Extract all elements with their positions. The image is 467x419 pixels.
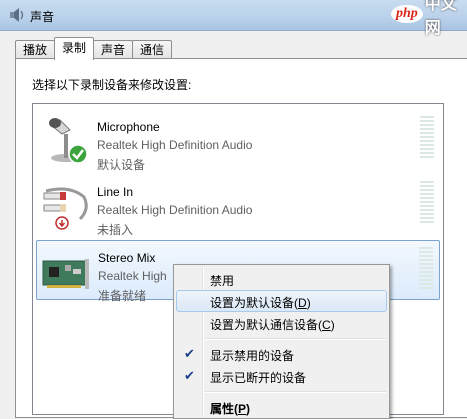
microphone-icon xyxy=(49,118,88,164)
tab-strip: 播放 录制 声音 通信 xyxy=(15,37,173,60)
context-menu: 禁用 设置为默认设备(D) 设置为默认通信设备(C) ✔ 显示禁用的设备 ✔ 显… xyxy=(173,264,390,419)
device-driver: Realtek High Definition Audio xyxy=(97,203,253,217)
level-meter xyxy=(420,181,434,225)
tab-sounds[interactable]: 声音 xyxy=(93,40,134,59)
menu-item-label: 显示已断开的设备 xyxy=(210,371,307,385)
line-in-cable-icon xyxy=(43,187,88,230)
menu-item-label: 设置为默认通信设备(C) xyxy=(210,318,335,332)
menu-item-label: 属性(P) xyxy=(210,402,251,416)
list-item-microphone[interactable]: Microphone Realtek High Definition Audio… xyxy=(36,110,440,172)
watermark-cn: 中文网 xyxy=(424,0,457,37)
checkmark-icon: ✔ xyxy=(184,346,195,361)
device-driver: Realtek High Definition Audio xyxy=(97,138,253,152)
level-meter xyxy=(419,247,433,291)
menu-item-label: 设置为默认设备(D) xyxy=(210,296,311,310)
menu-item-disable[interactable]: 禁用 xyxy=(176,268,387,290)
watermark-php: php xyxy=(391,5,423,23)
device-driver: Realtek High xyxy=(98,269,167,283)
device-status: 准备就绪 xyxy=(98,289,147,303)
watermark: php 中文网 xyxy=(391,0,465,37)
device-name: Stereo Mix xyxy=(98,251,156,265)
menu-item-set-default[interactable]: 设置为默认设备(D) xyxy=(176,290,387,312)
instruction-text: 选择以下录制设备来修改设置: xyxy=(32,78,192,92)
menu-item-show-disabled[interactable]: ✔ 显示禁用的设备 xyxy=(176,343,387,365)
menu-separator xyxy=(204,338,386,340)
device-status: 未插入 xyxy=(97,223,134,237)
speaker-icon xyxy=(10,8,24,22)
tab-communications[interactable]: 通信 xyxy=(132,40,173,59)
menu-item-set-default-comm[interactable]: 设置为默认通信设备(C) xyxy=(176,312,387,334)
menu-item-label: 显示禁用的设备 xyxy=(210,349,295,363)
tab-recording[interactable]: 录制 xyxy=(54,37,95,60)
menu-item-label: 禁用 xyxy=(210,274,235,288)
checkmark-icon: ✔ xyxy=(184,368,195,383)
device-status: 默认设备 xyxy=(97,158,146,172)
menu-separator xyxy=(204,391,386,393)
device-name: Microphone xyxy=(97,120,160,134)
sound-card-icon xyxy=(42,259,89,289)
window-title: 声音 xyxy=(30,10,55,24)
tab-playback[interactable]: 播放 xyxy=(15,40,56,59)
list-item-line-in[interactable]: Line In Realtek High Definition Audio 未插… xyxy=(36,175,440,237)
menu-item-show-disconnected[interactable]: ✔ 显示已断开的设备 xyxy=(176,365,387,387)
device-name: Line In xyxy=(97,185,134,199)
title-bar[interactable]: 声音 php 中文网 xyxy=(0,0,467,37)
level-meter xyxy=(420,116,434,160)
